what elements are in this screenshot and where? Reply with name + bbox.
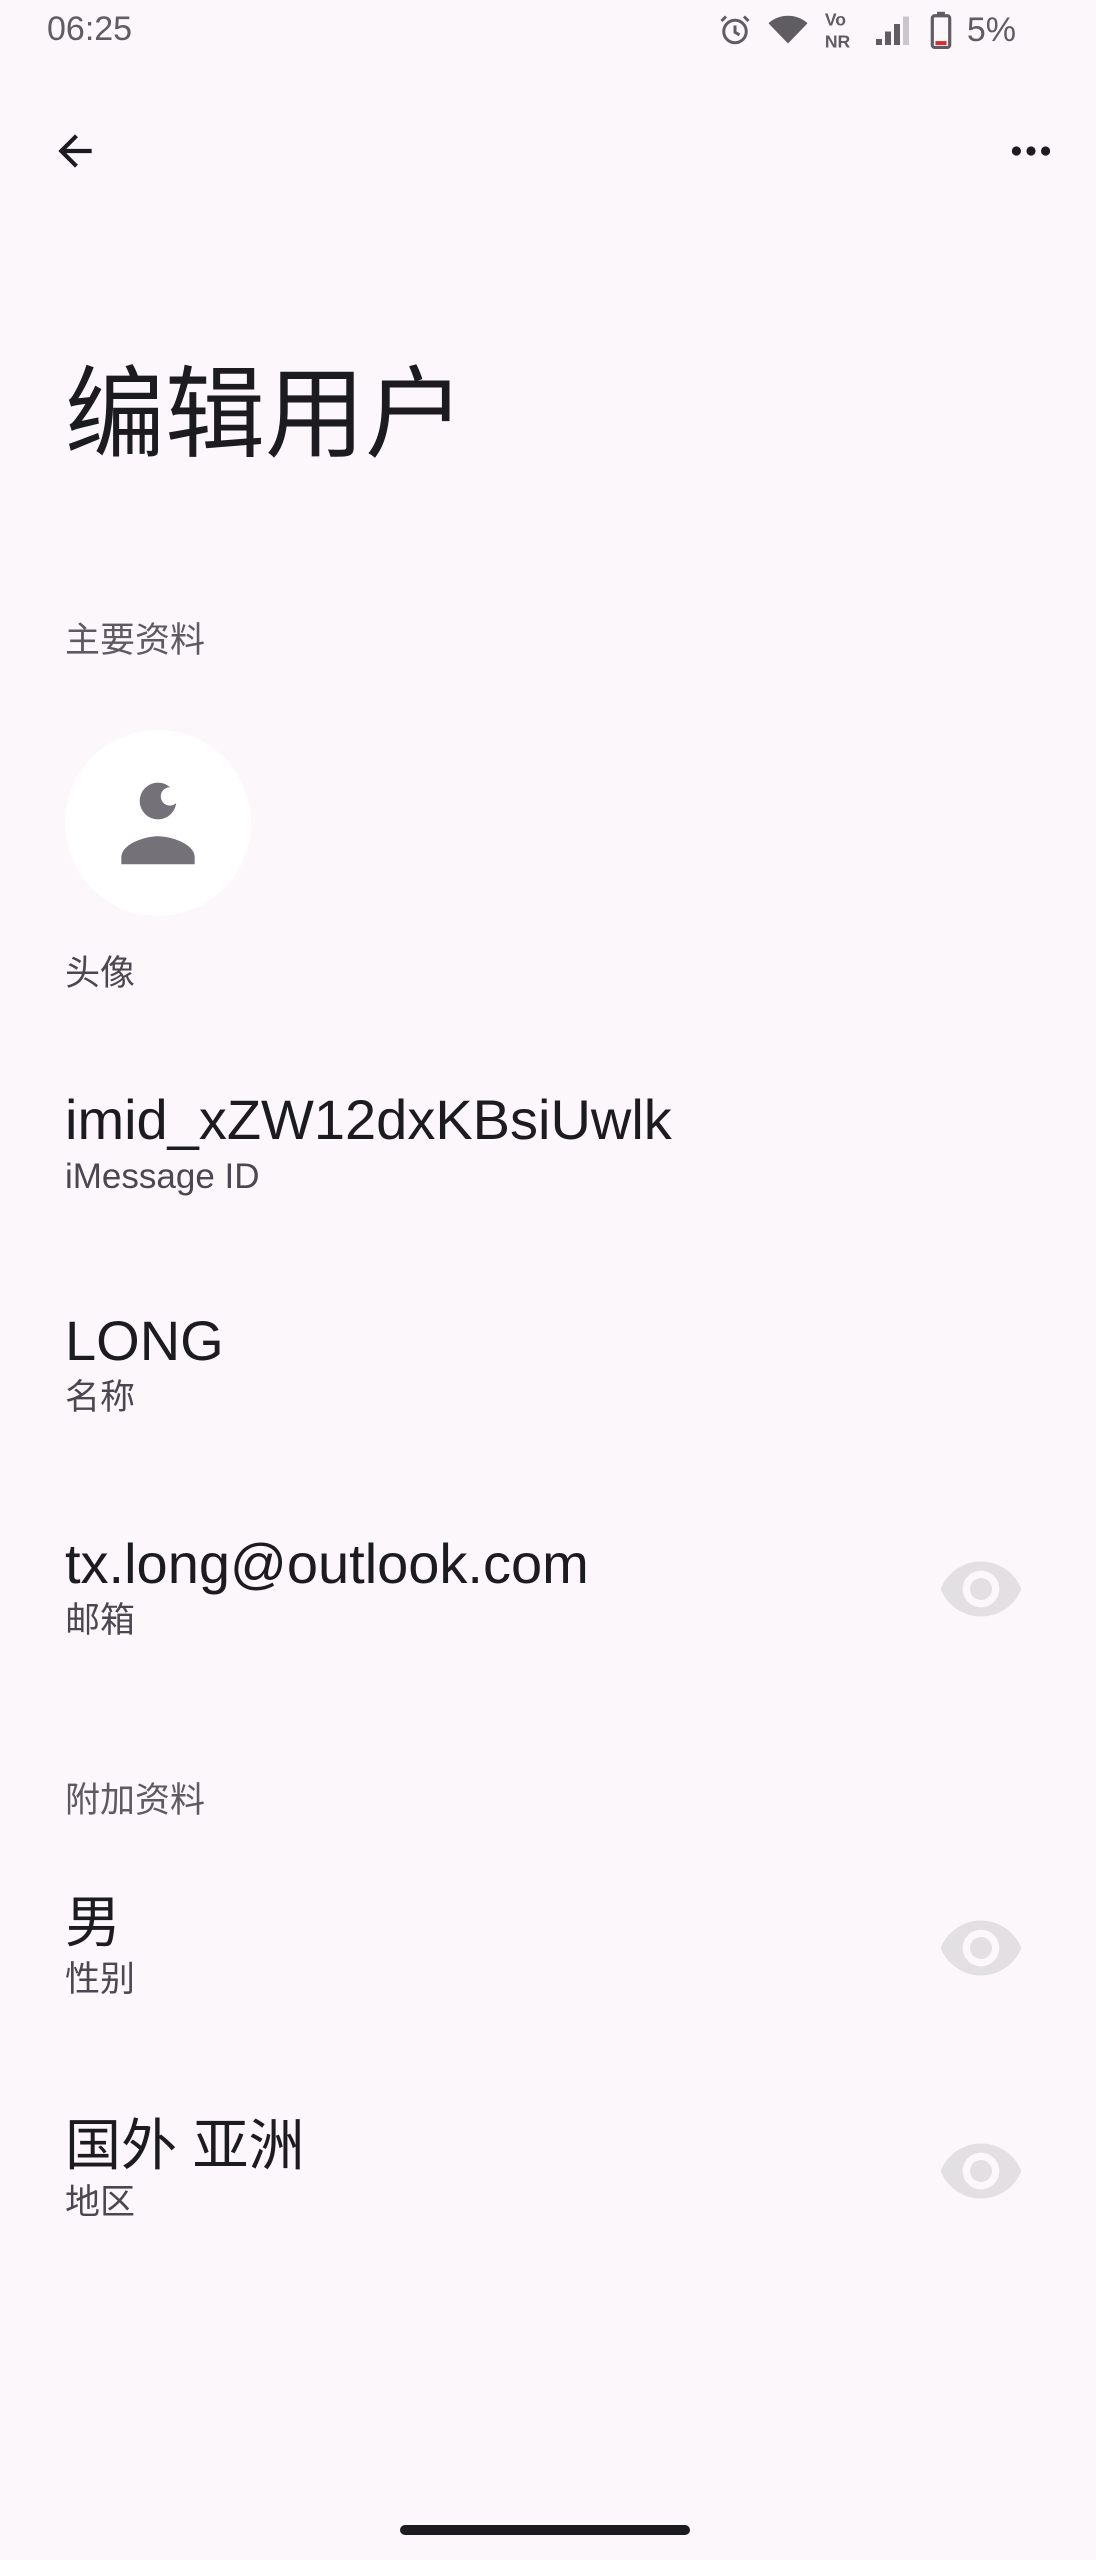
gender-label: 性别 bbox=[65, 1960, 136, 1999]
email-field[interactable]: tx.long@outlook.com 邮箱 bbox=[65, 1531, 1031, 1643]
app-bar bbox=[0, 110, 1096, 190]
imessage-id-field[interactable]: imid_xZW12dxKBsiUwlk iMessage ID bbox=[65, 1087, 1031, 1199]
person-icon bbox=[121, 782, 195, 865]
name-label: 名称 bbox=[65, 1378, 136, 1417]
gender-field[interactable]: 男 性别 bbox=[65, 1890, 1031, 2002]
svg-text:NR: NR bbox=[825, 32, 851, 52]
imessage-id-label: iMessage ID bbox=[65, 1157, 260, 1196]
region-visibility-toggle[interactable] bbox=[931, 2121, 1031, 2221]
name-field[interactable]: LONG 名称 bbox=[65, 1308, 1031, 1420]
imessage-id-value: imid_xZW12dxKBsiUwlk bbox=[65, 1088, 672, 1151]
eye-icon bbox=[940, 1920, 1022, 1976]
status-icons: Vo NR 5% bbox=[717, 8, 1016, 52]
name-value: LONG bbox=[65, 1309, 224, 1372]
home-indicator[interactable] bbox=[400, 2525, 690, 2535]
more-horizontal-icon bbox=[1011, 146, 1051, 156]
eye-icon bbox=[940, 1561, 1022, 1617]
svg-text:Vo: Vo bbox=[825, 10, 846, 30]
avatar[interactable] bbox=[65, 730, 251, 916]
avatar-label: 头像 bbox=[65, 954, 136, 994]
section-header-extra: 附加资料 bbox=[65, 1781, 206, 1821]
email-label: 邮箱 bbox=[65, 1601, 136, 1640]
region-field[interactable]: 国外 亚洲 地区 bbox=[65, 2113, 1031, 2225]
arrow-back-icon bbox=[58, 134, 92, 168]
battery-level: 5% bbox=[966, 10, 1016, 49]
battery-icon bbox=[930, 11, 952, 49]
email-visibility-toggle[interactable] bbox=[931, 1539, 1031, 1639]
section-header-primary: 主要资料 bbox=[65, 621, 206, 661]
gender-value: 男 bbox=[65, 1891, 121, 1954]
signal-icon bbox=[875, 16, 909, 45]
more-options-button[interactable] bbox=[996, 116, 1066, 186]
page-title: 编辑用户 bbox=[65, 356, 465, 473]
email-value: tx.long@outlook.com bbox=[65, 1532, 589, 1595]
eye-icon bbox=[940, 2143, 1022, 2199]
back-button[interactable] bbox=[40, 116, 110, 186]
region-value: 国外 亚洲 bbox=[65, 2114, 305, 2177]
region-label: 地区 bbox=[65, 2183, 136, 2222]
gender-visibility-toggle[interactable] bbox=[931, 1898, 1031, 1998]
wifi-icon bbox=[768, 15, 808, 44]
status-bar: 06:25 Vo NR 5% bbox=[0, 0, 1096, 62]
volte-nr-icon: Vo NR bbox=[825, 10, 851, 52]
status-time: 06:25 bbox=[47, 10, 133, 48]
alarm-icon bbox=[720, 15, 750, 45]
